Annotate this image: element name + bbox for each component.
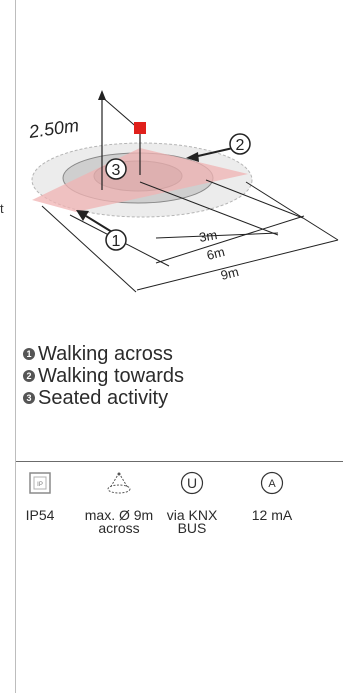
spec-voltage: U via KNX BUS bbox=[152, 471, 232, 535]
spec-label-range: max. Ø 9m across bbox=[84, 507, 154, 536]
dim-label-3m: 3m bbox=[198, 227, 218, 245]
dim-line-6m bbox=[155, 215, 305, 264]
dim-extension-9m bbox=[245, 181, 339, 241]
legend: 1 Walking across 2 Walking towards 3 Sea… bbox=[23, 343, 184, 409]
height-arrow-icon bbox=[98, 90, 106, 100]
legend-label-seated-activity: Seated activity bbox=[38, 387, 169, 409]
legend-item-walking-across: 1 Walking across bbox=[23, 343, 184, 365]
legend-number-2: 2 bbox=[23, 370, 35, 382]
section-divider bbox=[16, 461, 343, 462]
legend-item-walking-towards: 2 Walking towards bbox=[23, 365, 184, 387]
marker-2-label: 2 bbox=[236, 137, 245, 154]
marker-1-label: 1 bbox=[112, 233, 121, 250]
dim-label-9m: 9m bbox=[219, 264, 240, 283]
marker-3-label: 3 bbox=[112, 162, 121, 179]
ip-rating-icon: IP bbox=[0, 471, 80, 495]
legend-number-1: 1 bbox=[23, 348, 35, 360]
detection-diagram: 2.50m 3m 6m 9m 2 3 1 bbox=[16, 70, 343, 310]
voltage-icon: U bbox=[152, 471, 232, 495]
legend-number-3: 3 bbox=[23, 392, 35, 404]
spec-detection-range: max. Ø 9m across bbox=[79, 471, 159, 535]
spec-label-knx: via KNX BUS bbox=[166, 507, 218, 536]
legend-item-seated-activity: 3 Seated activity bbox=[23, 387, 184, 409]
legend-label-walking-towards: Walking towards bbox=[38, 365, 184, 387]
spec-ip-rating: IP IP54 bbox=[0, 471, 80, 522]
sensor-icon bbox=[134, 122, 146, 134]
legend-label-walking-across: Walking across bbox=[38, 343, 173, 365]
height-label: 2.50m bbox=[27, 115, 80, 142]
spec-label-ip: IP54 bbox=[25, 507, 55, 523]
stray-text: t bbox=[0, 201, 4, 216]
spec-icons: IP IP54 max. Ø 9m across U via KNX BUS A… bbox=[16, 471, 343, 551]
voltage-icon-letter: U bbox=[187, 475, 197, 491]
spec-label-current: 12 mA bbox=[251, 507, 293, 523]
svg-text:IP: IP bbox=[37, 482, 43, 488]
current-icon-letter: A bbox=[268, 478, 276, 490]
dim-label-6m: 6m bbox=[205, 244, 226, 263]
current-icon: A bbox=[232, 471, 312, 495]
detection-range-icon bbox=[79, 471, 159, 495]
spec-current: A 12 mA bbox=[232, 471, 312, 522]
detection-diagram-svg: 2.50m 3m 6m 9m 2 3 1 bbox=[27, 90, 339, 293]
